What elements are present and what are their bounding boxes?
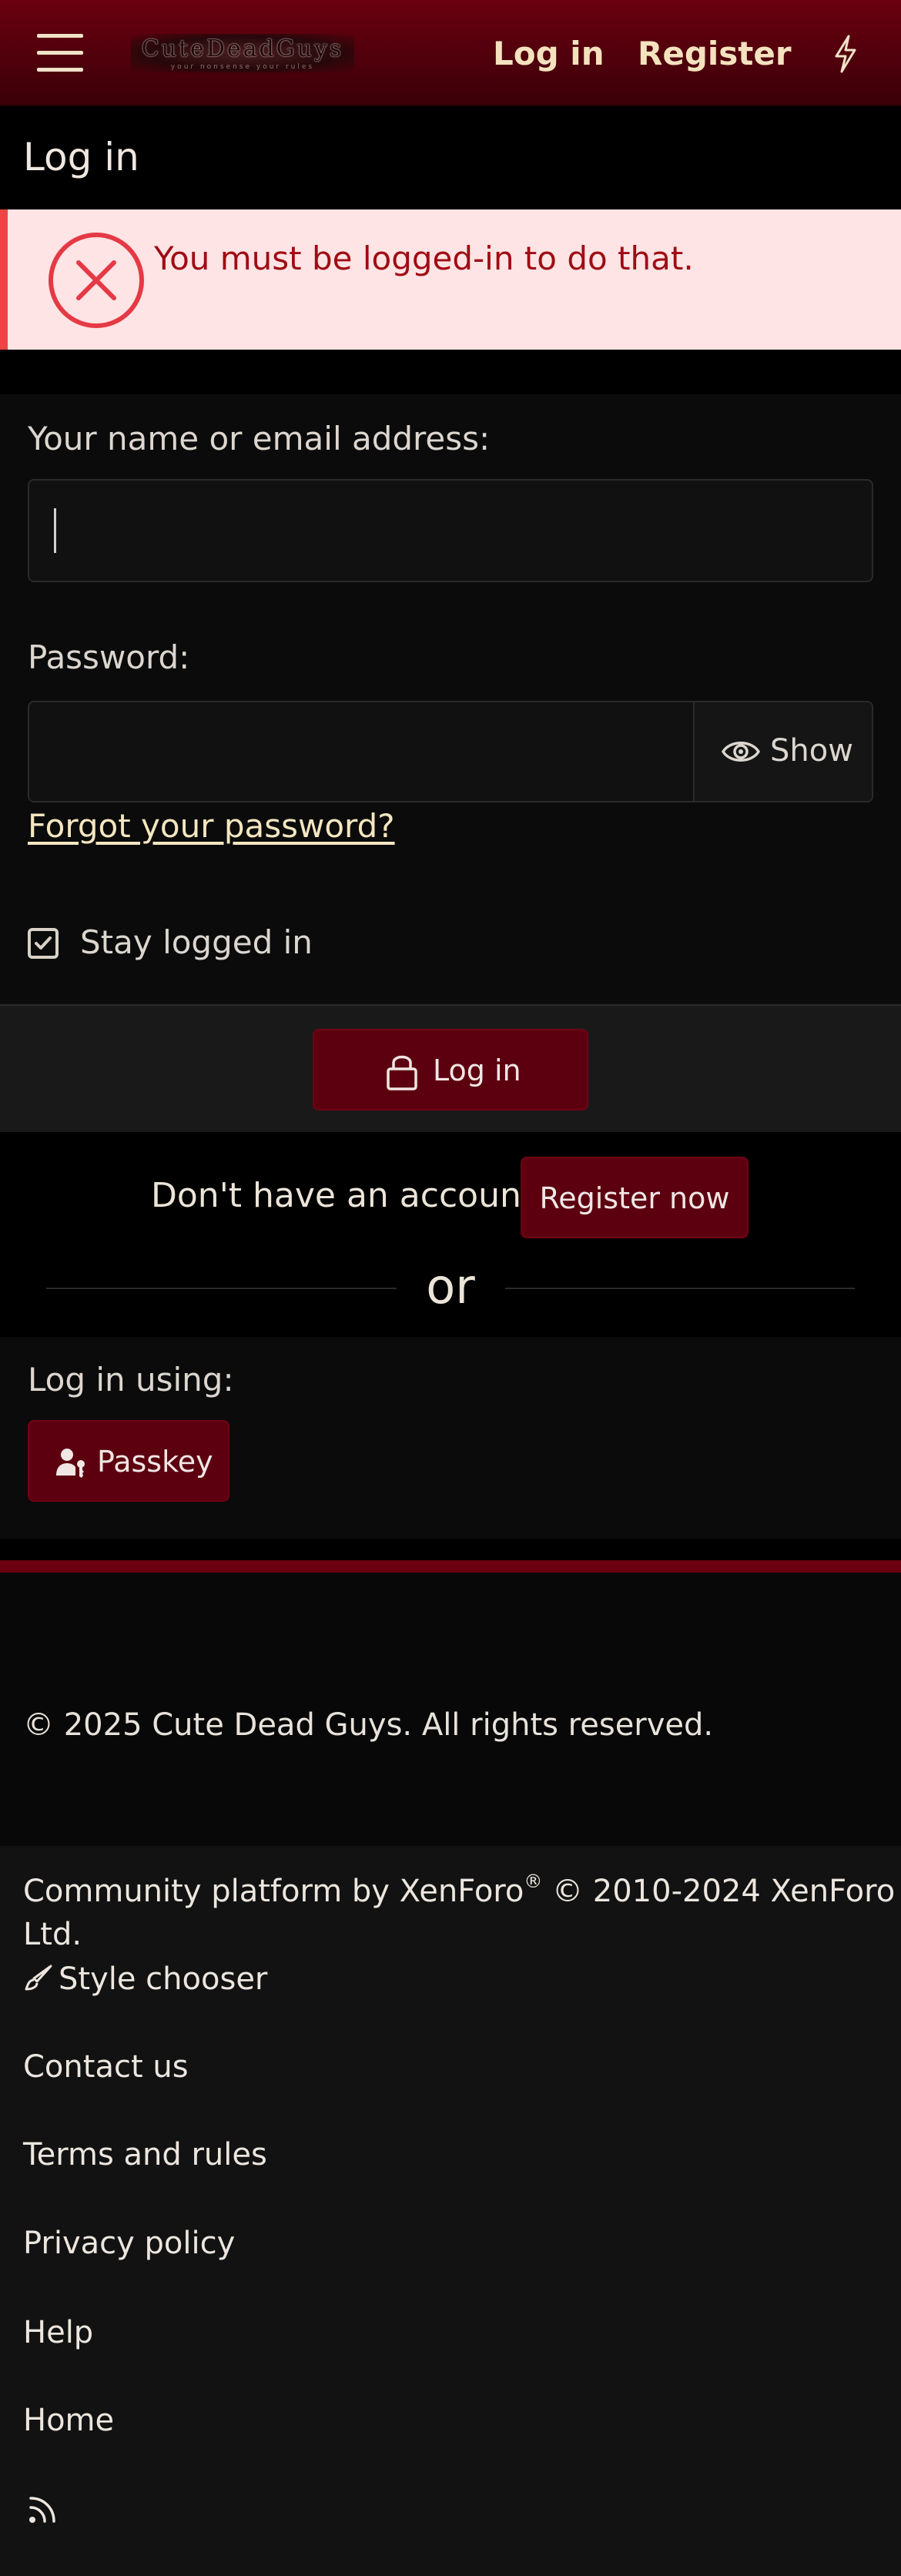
logo-title: CuteDeadGuys xyxy=(141,35,344,62)
divider-left xyxy=(46,1288,397,1289)
error-notice: You must be logged-in to do that. xyxy=(0,209,901,350)
passkey-button[interactable]: Passkey xyxy=(28,1420,229,1502)
eye-icon xyxy=(721,742,761,762)
copyright-text: © 2025 Cute Dead Guys. All rights reserv… xyxy=(23,1707,714,1743)
form-submit-row: Log in xyxy=(0,1004,901,1132)
forgot-password-link[interactable]: Forgot your password? xyxy=(28,804,395,849)
footer-rule xyxy=(0,1560,901,1573)
stay-logged-in-checkbox[interactable] xyxy=(28,928,59,959)
register-now-label: Register now xyxy=(539,1181,730,1215)
site-logo[interactable]: CuteDeadGuys your nonsense your rules xyxy=(131,34,354,72)
platform-credit[interactable]: Community platform by XenForo® © 2010-20… xyxy=(23,1870,901,1956)
logo-subtitle: your nonsense your rules xyxy=(170,63,315,71)
error-message: You must be logged-in to do that. xyxy=(154,240,694,277)
login-button-label: Log in xyxy=(433,1054,521,1087)
home-link[interactable]: Home xyxy=(23,2399,114,2442)
privacy-link[interactable]: Privacy policy xyxy=(23,2222,235,2265)
divider-right xyxy=(505,1288,855,1289)
help-link[interactable]: Help xyxy=(23,2311,93,2354)
username-label: Your name or email address: xyxy=(28,420,491,457)
brush-icon xyxy=(25,1965,52,1991)
bolt-icon[interactable] xyxy=(832,34,859,74)
site-header: CuteDeadGuys your nonsense your rules Lo… xyxy=(0,0,901,106)
check-icon xyxy=(35,936,52,950)
menu-icon[interactable] xyxy=(37,34,83,72)
lock-icon xyxy=(387,1055,417,1090)
passkey-icon xyxy=(56,1449,85,1478)
terms-link[interactable]: Terms and rules xyxy=(23,2133,267,2176)
header-register-link[interactable]: Register xyxy=(638,34,792,74)
or-separator: or xyxy=(426,1258,475,1315)
alternate-login-section: Log in using: Passkey xyxy=(0,1337,901,1539)
no-account-text: Don't have an account? xyxy=(151,1176,553,1215)
page-title: Log in xyxy=(23,135,139,179)
username-input[interactable] xyxy=(28,479,873,582)
rss-icon[interactable] xyxy=(26,2492,60,2526)
password-label: Password: xyxy=(28,638,190,676)
login-form: Your name or email address: Password: xyxy=(0,394,901,1004)
text-caret xyxy=(54,508,56,553)
show-password-button[interactable]: Show xyxy=(693,702,872,801)
login-button[interactable]: Log in xyxy=(313,1029,588,1110)
show-password-label: Show xyxy=(770,733,853,769)
style-chooser-label: Style chooser xyxy=(59,1961,268,1997)
login-using-label: Log in using: xyxy=(28,1361,234,1399)
platform-credit-prefix: Community platform by XenForo xyxy=(23,1874,524,1909)
error-x-icon xyxy=(49,233,144,328)
style-chooser-link[interactable]: Style chooser xyxy=(23,1958,267,2001)
header-login-link[interactable]: Log in xyxy=(493,34,605,74)
stay-logged-in-label[interactable]: Stay logged in xyxy=(80,921,313,964)
contact-us-link[interactable]: Contact us xyxy=(23,2045,189,2089)
registered-mark: ® xyxy=(524,1871,543,1892)
password-input[interactable]: Show xyxy=(28,701,873,802)
register-now-button[interactable]: Register now xyxy=(521,1157,749,1238)
passkey-label: Passkey xyxy=(97,1445,213,1479)
footer-copyright-area: © 2025 Cute Dead Guys. All rights reserv… xyxy=(0,1573,901,1846)
